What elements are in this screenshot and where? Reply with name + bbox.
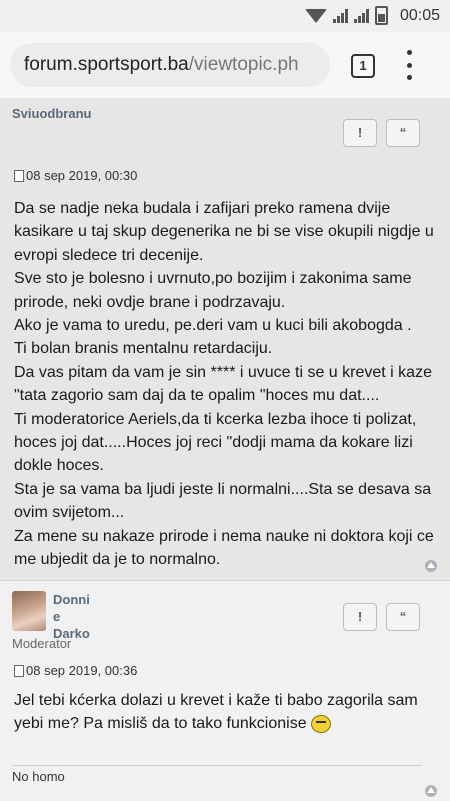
status-icons: 00:05 xyxy=(304,6,440,25)
quote-icon: “ xyxy=(399,125,407,140)
post-line: me ubjedit da je to normalno. xyxy=(14,551,221,569)
url-path: /viewtopic.ph xyxy=(188,54,299,75)
post-line: "tata zagorio sam daj da te opalim "hoce… xyxy=(14,387,380,405)
author-name-line: Donni xyxy=(53,592,90,607)
document-icon xyxy=(14,169,24,182)
overflow-menu-icon[interactable] xyxy=(405,50,413,80)
post-line: Da vas pitam da vam je sin **** i uvuce … xyxy=(14,363,432,381)
post-line: ovim svijetom... xyxy=(14,504,125,522)
signal-icon-2 xyxy=(353,8,369,23)
post-line: Ti moderatorice Aeriels,da ti kcerka lez… xyxy=(14,410,417,428)
quote-button[interactable]: “ xyxy=(386,119,420,147)
exclamation-icon: ! xyxy=(357,125,363,140)
exclamation-icon: ! xyxy=(357,609,363,624)
arrow-up-icon[interactable] xyxy=(425,785,437,797)
url-text: forum.sportsport.ba/viewtopic.ph xyxy=(24,54,299,76)
post-line: Sve sto je bolesno i uvrnuto,po bozijim … xyxy=(14,270,412,288)
post-line: prirode, neki ovdje brane i podrzavaju. xyxy=(14,293,286,311)
address-bar[interactable]: forum.sportsport.ba/viewtopic.ph xyxy=(10,43,330,87)
battery-icon xyxy=(374,6,388,25)
forum-post: Donni e Darko Moderator ! “ 08 sep 2019,… xyxy=(0,580,450,801)
signature-divider xyxy=(12,765,422,766)
post-line: Sta je sa vama ba ljudi jeste li normaln… xyxy=(14,480,432,498)
post-line: yebi me? Pa misliš da to tako funkcionis… xyxy=(14,712,418,735)
signature: No homo xyxy=(12,769,65,784)
post-date-text: 08 sep 2019, 00:30 xyxy=(26,168,138,183)
author-name-line: e xyxy=(53,609,61,624)
post-line: evropi sledece tri decenije. xyxy=(14,246,204,264)
post-line: Ako je vama to uredu, pe.deri vam u kuci… xyxy=(14,317,412,335)
post-date: 08 sep 2019, 00:36 xyxy=(14,663,137,678)
report-button[interactable]: ! xyxy=(343,603,377,631)
post-date: 08 sep 2019, 00:30 xyxy=(14,168,137,183)
post-line: Jel tebi kćerka dolazi u krevet i kaže t… xyxy=(14,692,418,709)
post-line: dokle hoces. xyxy=(14,457,104,475)
post-date-text: 08 sep 2019, 00:36 xyxy=(26,663,138,678)
quote-icon: “ xyxy=(399,609,407,624)
clock: 00:05 xyxy=(399,6,440,24)
status-bar: 00:05 xyxy=(0,0,450,32)
arrow-up-icon[interactable] xyxy=(425,560,437,572)
post-content: Da se nadje neka budala i zafijari preko… xyxy=(14,197,434,572)
browser-toolbar: forum.sportsport.ba/viewtopic.ph 1 xyxy=(0,32,450,99)
post-author[interactable]: Sviuodbranu xyxy=(12,106,91,121)
document-icon xyxy=(14,664,24,677)
forum-post: Sviuodbranu ! “ 08 sep 2019, 00:30 Da se… xyxy=(0,98,450,578)
url-domain: forum.sportsport.ba xyxy=(24,54,189,75)
signal-icon xyxy=(332,8,348,23)
tab-switcher-button[interactable]: 1 xyxy=(351,54,375,78)
post-line: kasikare u taj skup degenerika ne bi se … xyxy=(14,223,434,241)
post-content: Jel tebi kćerka dolazi u krevet i kaže t… xyxy=(14,689,418,736)
quote-button[interactable]: “ xyxy=(386,603,420,631)
post-line: Za mene su nakaze prirode i nema nauke n… xyxy=(14,527,434,545)
post-line: Ti bolan branis mentalnu retardaciju. xyxy=(14,340,273,358)
laughing-smiley-icon xyxy=(310,715,331,734)
avatar[interactable] xyxy=(12,591,46,631)
user-rank: Moderator xyxy=(12,636,72,651)
report-button[interactable]: ! xyxy=(343,119,377,147)
wifi-icon xyxy=(304,8,327,23)
post-author[interactable]: Donni e Darko xyxy=(53,591,90,642)
post-line-text: yebi me? Pa misliš da to tako funkcionis… xyxy=(14,715,307,733)
post-line: hoces joj dat.....Hoces joj reci "dodji … xyxy=(14,434,413,452)
post-line: Da se nadje neka budala i zafijari preko… xyxy=(14,200,391,217)
